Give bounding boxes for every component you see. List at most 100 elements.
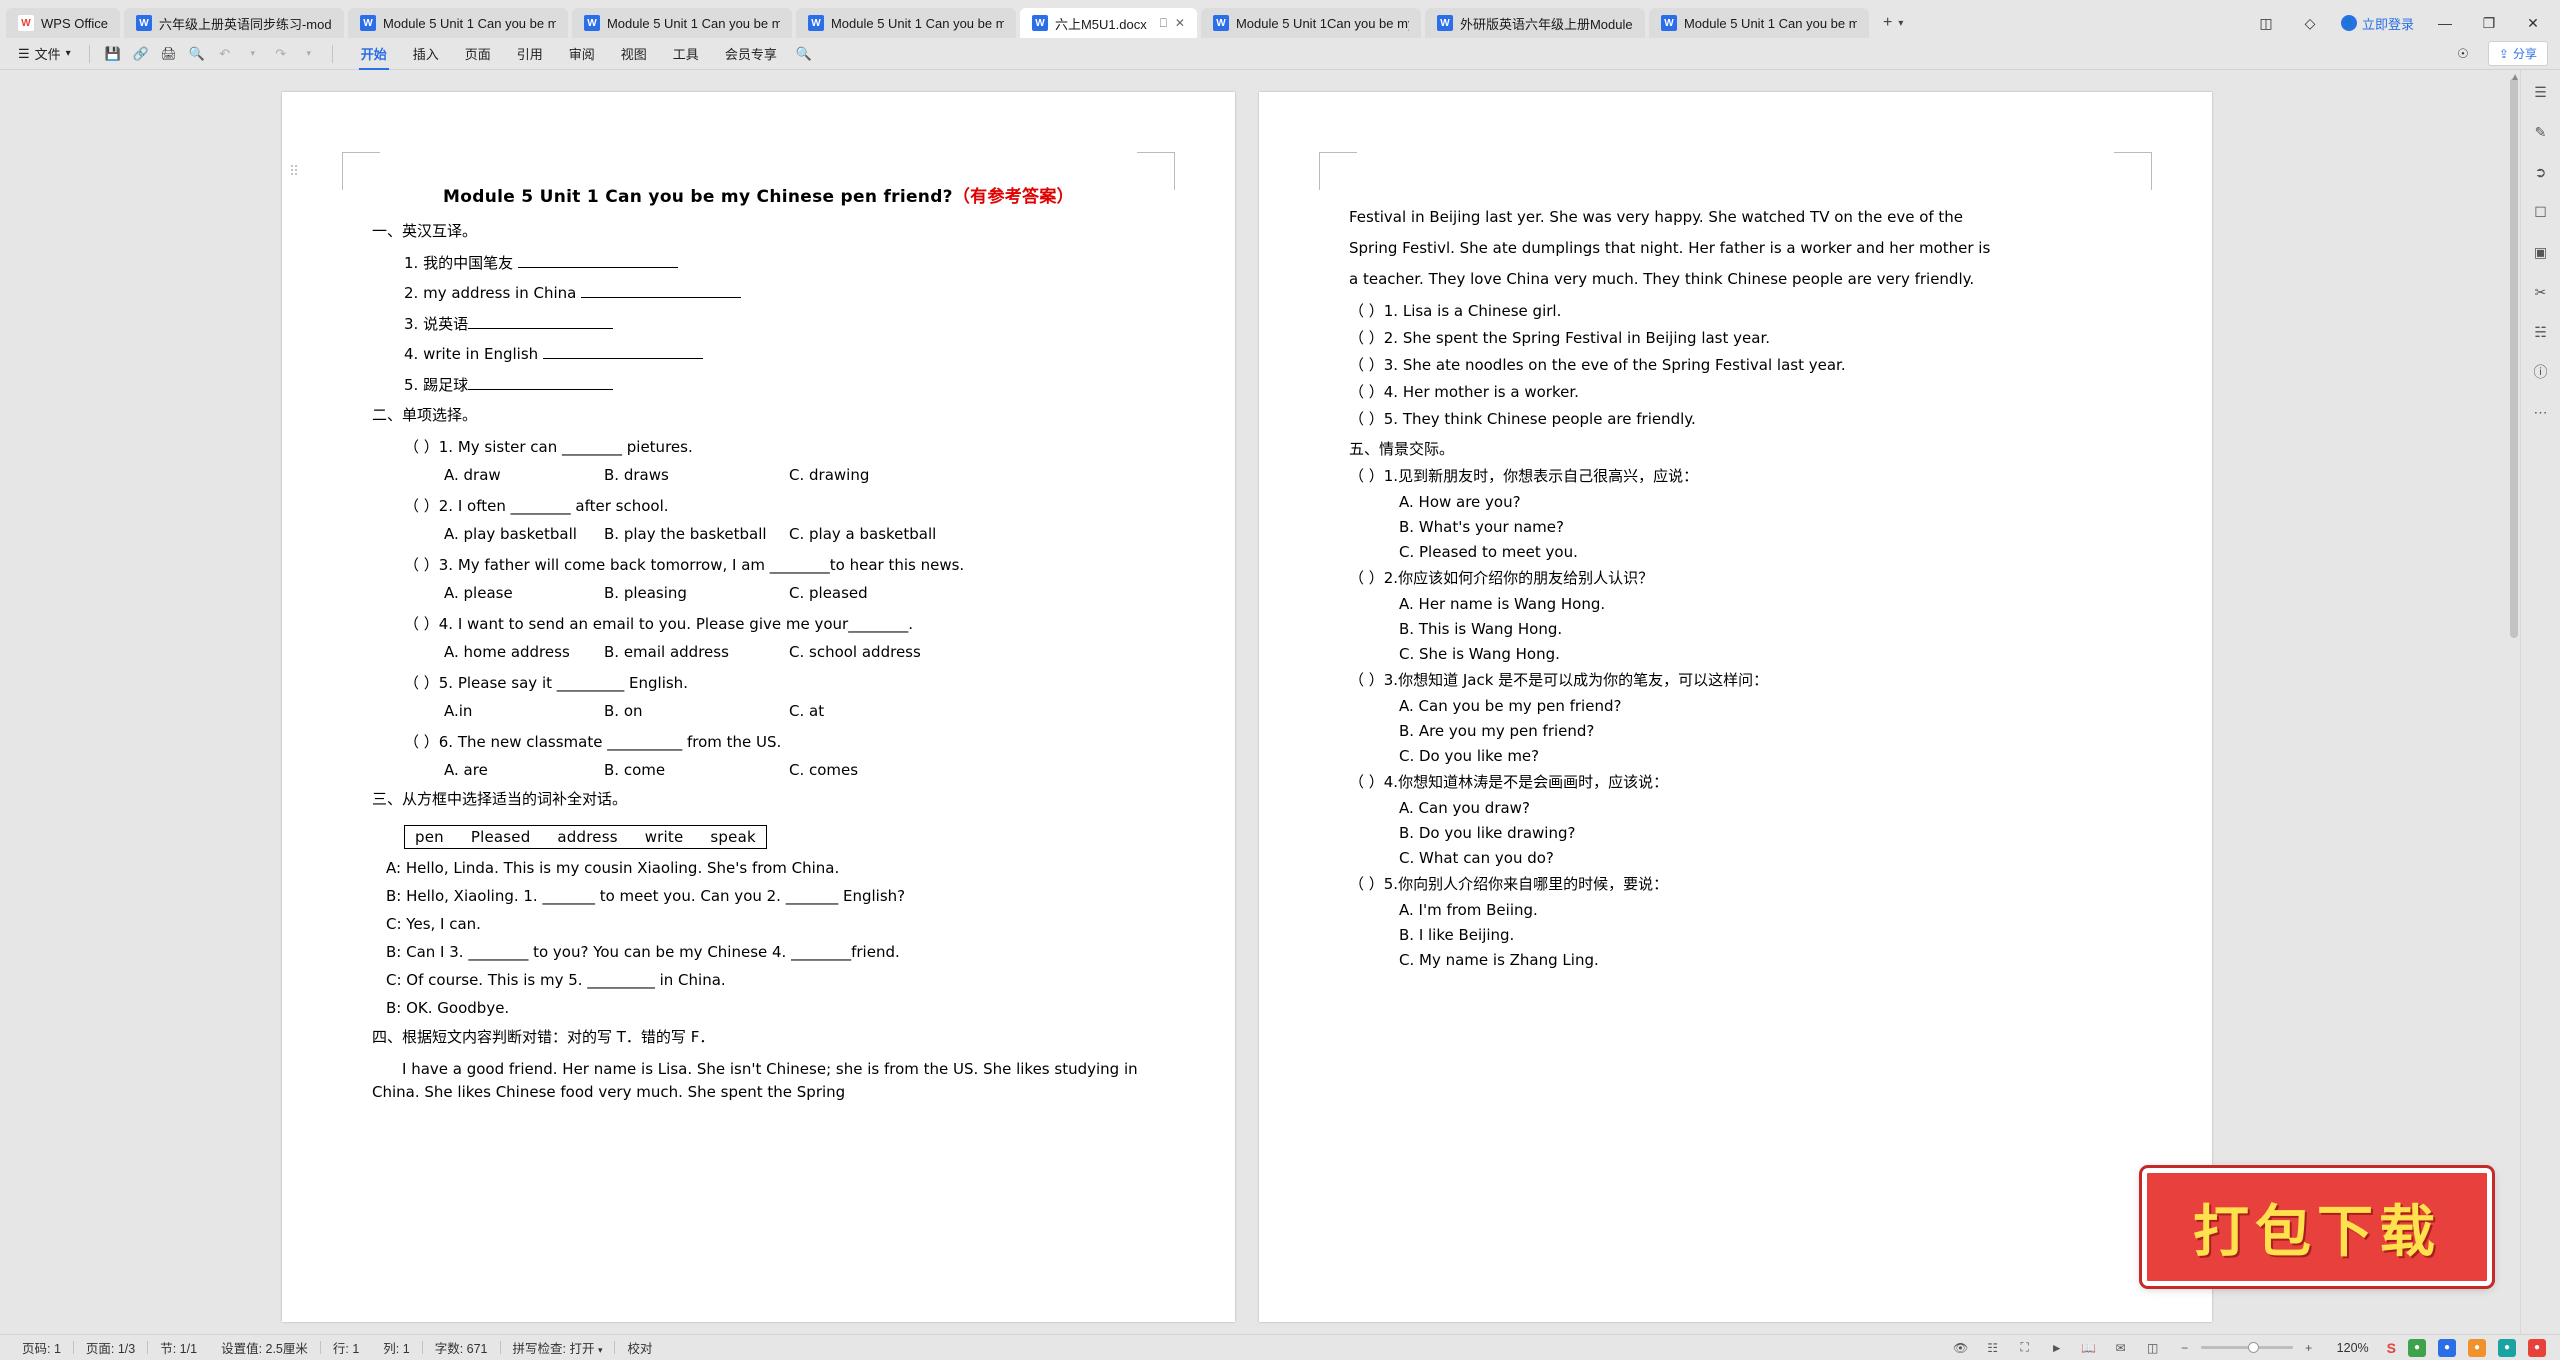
collaborate-icon[interactable]: ☉ [2450, 43, 2476, 65]
situational-option[interactable]: A. Her name is Wang Hong. [1399, 595, 2122, 613]
status-page-number[interactable]: 页码: 1 [10, 1338, 73, 1357]
note-icon[interactable]: ✉ [2111, 1339, 2131, 1357]
situational-option[interactable]: B. This is Wang Hong. [1399, 620, 2122, 638]
close-button[interactable]: ✕ [2520, 15, 2546, 32]
answer-blank[interactable] [542, 358, 703, 359]
ribbon-tab-page[interactable]: 页面 [453, 40, 503, 67]
login-button[interactable]: 👤 立即登录 [2340, 14, 2414, 33]
answer-blank[interactable] [517, 267, 678, 268]
minimize-button[interactable]: — [2432, 15, 2458, 31]
zoom-track[interactable] [2200, 1342, 2293, 1353]
wps-s-icon[interactable]: S [2387, 1340, 2396, 1356]
ribbon-tab-tools[interactable]: 工具 [661, 40, 711, 67]
situational-option[interactable]: B. Are you my pen friend? [1399, 722, 2122, 740]
situational-option[interactable]: B. Do you like drawing? [1399, 824, 2122, 842]
situational-option[interactable]: C. Pleased to meet you. [1399, 543, 2122, 561]
split-view-icon[interactable]: ◫ [2253, 15, 2279, 32]
zoom-slider[interactable]: − + [2175, 1339, 2319, 1357]
zoom-level-label[interactable]: 120% [2331, 1341, 2375, 1355]
quick-access-dropdown-icon[interactable]: ▾ [296, 43, 322, 65]
zoom-knob[interactable] [2247, 1342, 2259, 1353]
answer-blank[interactable] [468, 389, 614, 390]
answer-blank[interactable] [581, 297, 742, 298]
share-button[interactable]: ⇪ 分享 [2487, 41, 2548, 66]
text-recognize-icon[interactable]: ☐ [2529, 200, 2553, 224]
clipboard-icon[interactable]: ☵ [2529, 320, 2553, 344]
status-badge-teal[interactable]: ● [2498, 1338, 2516, 1357]
undo-dropdown-icon[interactable]: ▾ [240, 43, 266, 65]
web-view-icon[interactable]: ⛶ [2015, 1339, 2035, 1357]
page-view-icon[interactable]: ☷ [1983, 1339, 2003, 1357]
print-preview-icon[interactable]: 🔍 [184, 43, 210, 65]
chevron-down-icon[interactable]: ▾ [1898, 18, 1903, 29]
situational-option[interactable]: C. What can you do? [1399, 849, 2122, 867]
undo-icon[interactable]: ↶ [212, 43, 238, 65]
status-spellcheck[interactable]: 拼写检查: 打开 ▾ [501, 1338, 615, 1357]
document-page-left[interactable]: Module 5 Unit 1 Can you be my Chinese pe… [282, 92, 1235, 1322]
status-margin-value[interactable]: 设置值: 2.5厘米 [209, 1338, 320, 1357]
backpack-icon[interactable]: ◇ [2297, 15, 2323, 32]
file-menu-button[interactable]: ☰ 文件 ▾ [10, 44, 79, 63]
tab-wps-office-home[interactable]: W WPS Office [6, 8, 120, 38]
tab-doc-7[interactable]: W Module 5 Unit 1 Can you be my C [1648, 8, 1869, 38]
reading-icon[interactable]: 📖 [2079, 1339, 2099, 1357]
help-icon[interactable]: ⓘ [2529, 360, 2553, 384]
ribbon-tab-reference[interactable]: 引用 [505, 40, 555, 67]
vertical-scrollbar[interactable] [2510, 78, 2518, 638]
ribbon-tab-start[interactable]: 开始 [349, 40, 399, 70]
status-badge-blue[interactable]: ● [2438, 1338, 2456, 1357]
print-icon[interactable]: 🖨 [156, 43, 182, 65]
tab-doc-3[interactable]: W Module 5 Unit 1 Can you be my C [571, 8, 792, 38]
search-icon[interactable]: 🔍 [791, 43, 817, 65]
play-icon[interactable]: ► [2047, 1339, 2067, 1357]
restore-button[interactable]: ❐ [2476, 15, 2502, 32]
scrollbar-thumb[interactable] [2510, 78, 2518, 638]
situational-option[interactable]: A. Can you be my pen friend? [1399, 697, 2122, 715]
ribbon-tab-review[interactable]: 审阅 [557, 40, 607, 67]
status-row[interactable]: 行: 1 [321, 1338, 371, 1357]
pen-icon[interactable]: ✎ [2529, 120, 2553, 144]
paragraph-handle-icon[interactable] [290, 164, 298, 176]
ribbon-tab-view[interactable]: 视图 [609, 40, 659, 67]
status-badge-orange[interactable]: ● [2468, 1338, 2486, 1357]
more-icon[interactable]: ⋯ [2529, 400, 2553, 424]
picture-icon[interactable]: ▣ [2529, 240, 2553, 264]
ribbon-tab-member[interactable]: 会员专享 [713, 40, 789, 67]
pane-icon[interactable]: ◫ [2143, 1339, 2163, 1357]
zoom-out-button[interactable]: − [2175, 1339, 2195, 1357]
document-page-right[interactable]: Festival in Beijing last yer. She was ve… [1259, 92, 2212, 1322]
tab-doc-1[interactable]: W 六年级上册英语同步练习-module 5 u [123, 8, 344, 38]
status-proofread[interactable]: 校对 [615, 1338, 664, 1357]
ribbon-tab-insert[interactable]: 插入 [401, 40, 451, 67]
situational-option[interactable]: C. She is Wang Hong. [1399, 645, 2122, 663]
zoom-in-button[interactable]: + [2299, 1339, 2319, 1357]
situational-option[interactable]: A. I'm from Beiing. [1399, 901, 2122, 919]
status-section[interactable]: 节: 1/1 [148, 1338, 209, 1357]
answer-blank[interactable] [468, 328, 614, 329]
situational-option[interactable]: A. Can you draw? [1399, 799, 2122, 817]
situational-option[interactable]: A. How are you? [1399, 493, 2122, 511]
status-badge-red[interactable]: ● [2528, 1338, 2546, 1357]
tab-monitor-icon[interactable]: ⎕ [1160, 16, 1167, 31]
tab-doc-2[interactable]: W Module 5 Unit 1 Can you be my C [347, 8, 568, 38]
status-badge-green[interactable]: ● [2408, 1338, 2426, 1357]
tab-doc-6[interactable]: W 外研版英语六年级上册Module 5 分单 [1424, 8, 1645, 38]
save-icon[interactable]: 💾 [100, 43, 126, 65]
scissors-icon[interactable]: ✂ [2529, 280, 2553, 304]
scroll-up-icon[interactable]: ▲ [2510, 72, 2520, 83]
situational-option[interactable]: B. I like Beijing. [1399, 926, 2122, 944]
situational-option[interactable]: C. My name is Zhang Ling. [1399, 951, 2122, 969]
share-icon[interactable]: 🔗 [128, 43, 154, 65]
cursor-icon[interactable]: ➲ [2529, 160, 2553, 184]
situational-option[interactable]: B. What's your name? [1399, 518, 2122, 536]
download-watermark-stamp[interactable]: 打包下载 [2139, 1165, 2495, 1289]
tab-doc-5[interactable]: W Module 5 Unit 1Can you be my Ch [1200, 8, 1421, 38]
tab-doc-4[interactable]: W Module 5 Unit 1 Can you be my C [795, 8, 1016, 38]
status-word-count[interactable]: 字数: 671 [423, 1338, 500, 1357]
new-tab-button[interactable]: + ▾ [1873, 8, 1913, 38]
tab-doc-active-m5u1[interactable]: W 六上M5U1.docx ⎕ ✕ [1019, 8, 1197, 38]
eye-icon[interactable]: 👁 [1951, 1339, 1971, 1357]
status-column[interactable]: 列: 1 [371, 1338, 421, 1357]
redo-icon[interactable]: ↷ [268, 43, 294, 65]
status-page-count[interactable]: 页面: 1/3 [74, 1338, 147, 1357]
